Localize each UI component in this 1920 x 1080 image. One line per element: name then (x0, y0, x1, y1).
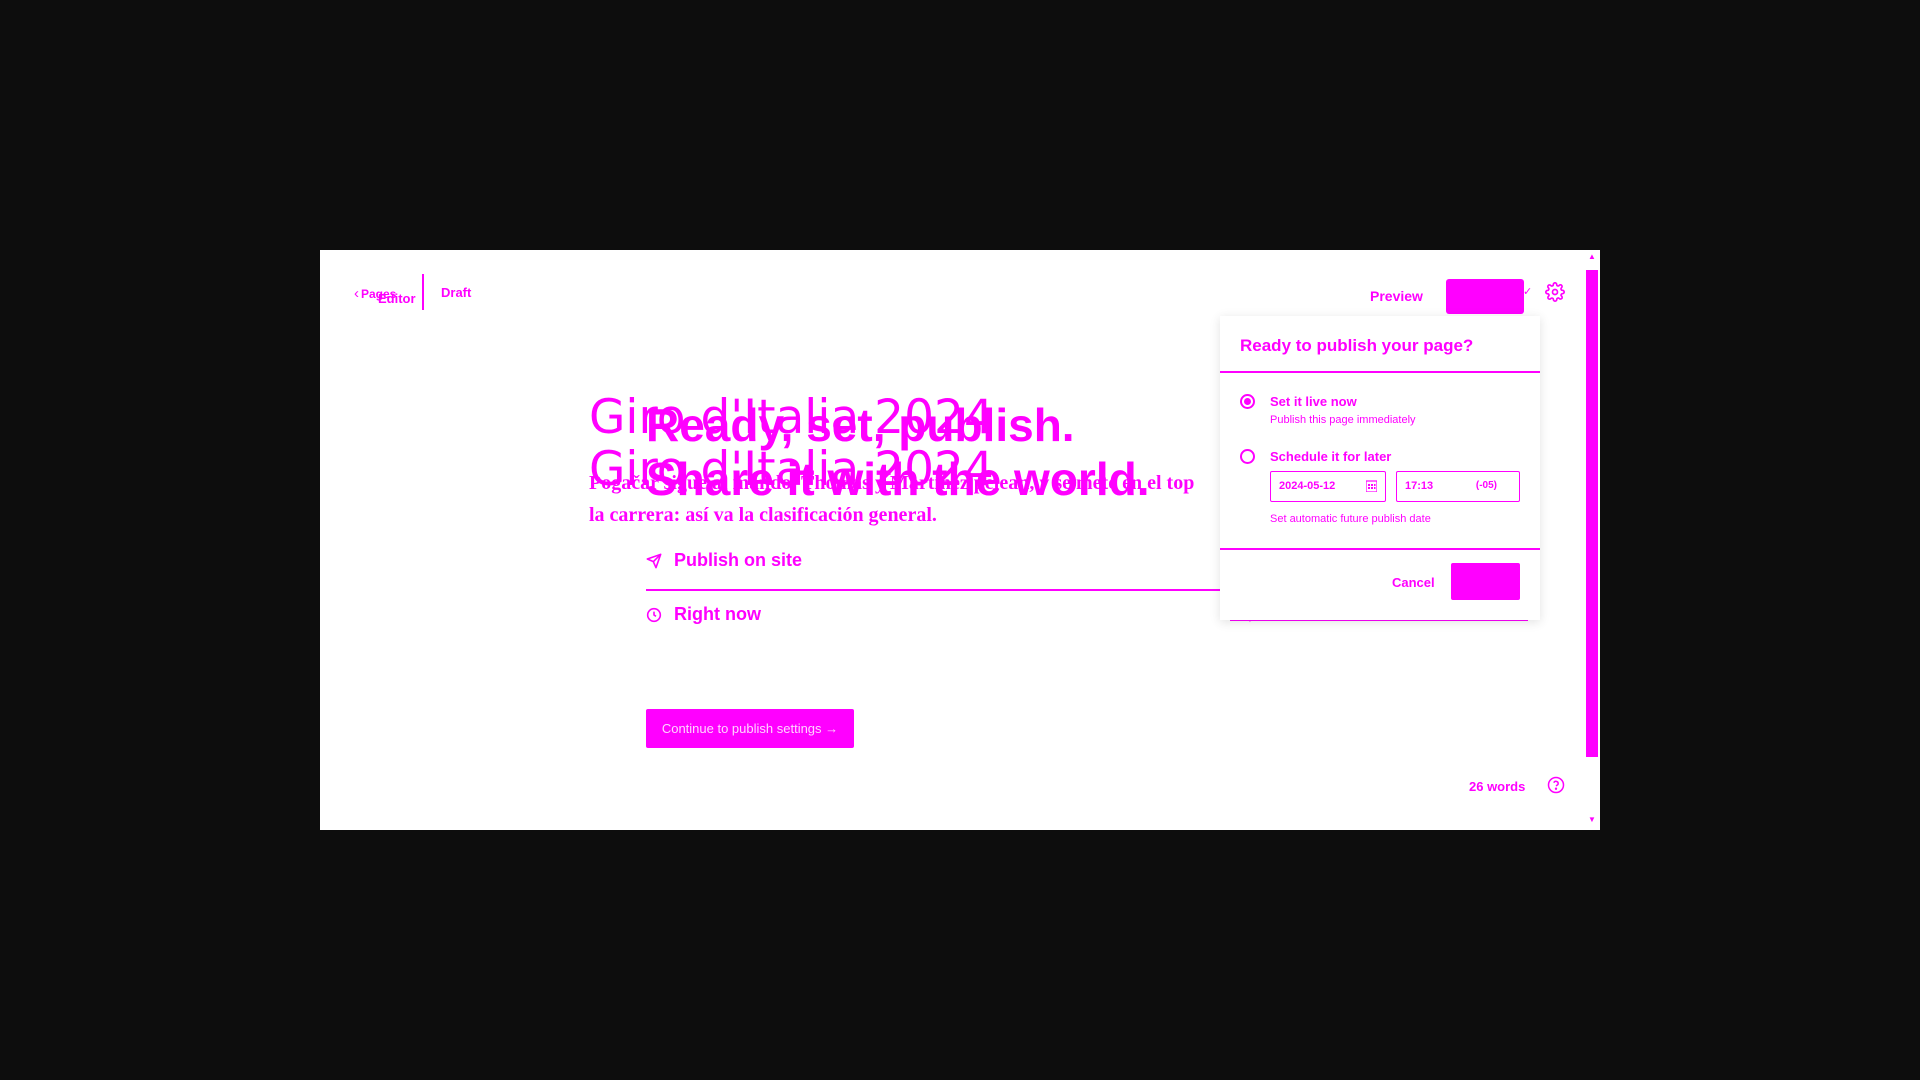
editor-window: ‹ Pages Editor Draft Preview Publish ✓ ▲ … (320, 250, 1600, 830)
option-live-subtitle: Publish this page immediately (1270, 414, 1416, 426)
option-later-title[interactable]: Schedule it for later (1270, 449, 1391, 464)
date-value: 2024-05-12 (1279, 480, 1336, 492)
option-live-title[interactable]: Set it live now (1270, 394, 1357, 409)
divider (1220, 548, 1540, 550)
popover-title: Ready to publish your page? (1240, 336, 1474, 355)
date-field[interactable]: 2024-05-12 (1270, 471, 1386, 502)
divider (1220, 371, 1540, 373)
preview-button[interactable]: Preview (1370, 288, 1423, 304)
clock-icon (646, 607, 662, 622)
word-count: 26 words (1469, 779, 1526, 794)
status-badge: Draft (441, 285, 472, 300)
right-now-label: Right now (674, 604, 761, 624)
scrollbar-thumb[interactable] (1586, 270, 1598, 757)
radio-schedule-later[interactable] (1240, 449, 1255, 464)
scroll-up-arrow[interactable]: ▲ (1586, 252, 1598, 262)
cancel-button[interactable]: Cancel (1392, 575, 1435, 590)
right-now-row[interactable]: Right now (646, 604, 761, 625)
send-icon (646, 553, 662, 568)
publish-on-site-label: Publish on site (674, 550, 803, 570)
publish-on-site-row[interactable]: Publish on site (646, 550, 802, 571)
checkmark-icon: ✓ (1523, 286, 1533, 298)
radio-set-live-now[interactable] (1240, 394, 1255, 409)
calendar-icon[interactable] (1366, 480, 1377, 492)
chevron-left-icon: ‹ (354, 285, 359, 302)
overlay-heading-line: Ready, set, publish. (646, 399, 1075, 451)
overlay-heading-line: Share it with the world. (646, 453, 1150, 505)
publish-popover: Ready to publish your page? Set it live … (1220, 316, 1540, 620)
divider (646, 589, 1256, 591)
publish-overlay-heading: Ready, set, publish. Share it with the w… (646, 398, 1149, 506)
back-to-pages-button[interactable]: ‹ Pages Editor (354, 285, 416, 306)
time-field[interactable]: 17:13 (-05) (1396, 471, 1520, 502)
editor-label: Editor (378, 291, 416, 306)
publish-button[interactable]: Publish (1446, 279, 1524, 314)
gear-icon[interactable] (1545, 282, 1565, 302)
timezone-label: (-05) (1475, 480, 1497, 491)
help-icon[interactable] (1547, 776, 1565, 794)
option-later-subtitle: Set automatic future publish date (1270, 513, 1431, 525)
time-value: 17:13 (1405, 480, 1434, 492)
scroll-down-arrow[interactable]: ▼ (1586, 815, 1598, 825)
continue-button[interactable]: Continue to publish settings → (646, 709, 854, 748)
confirm-publish-button[interactable] (1451, 563, 1520, 600)
topbar-divider (422, 274, 424, 310)
